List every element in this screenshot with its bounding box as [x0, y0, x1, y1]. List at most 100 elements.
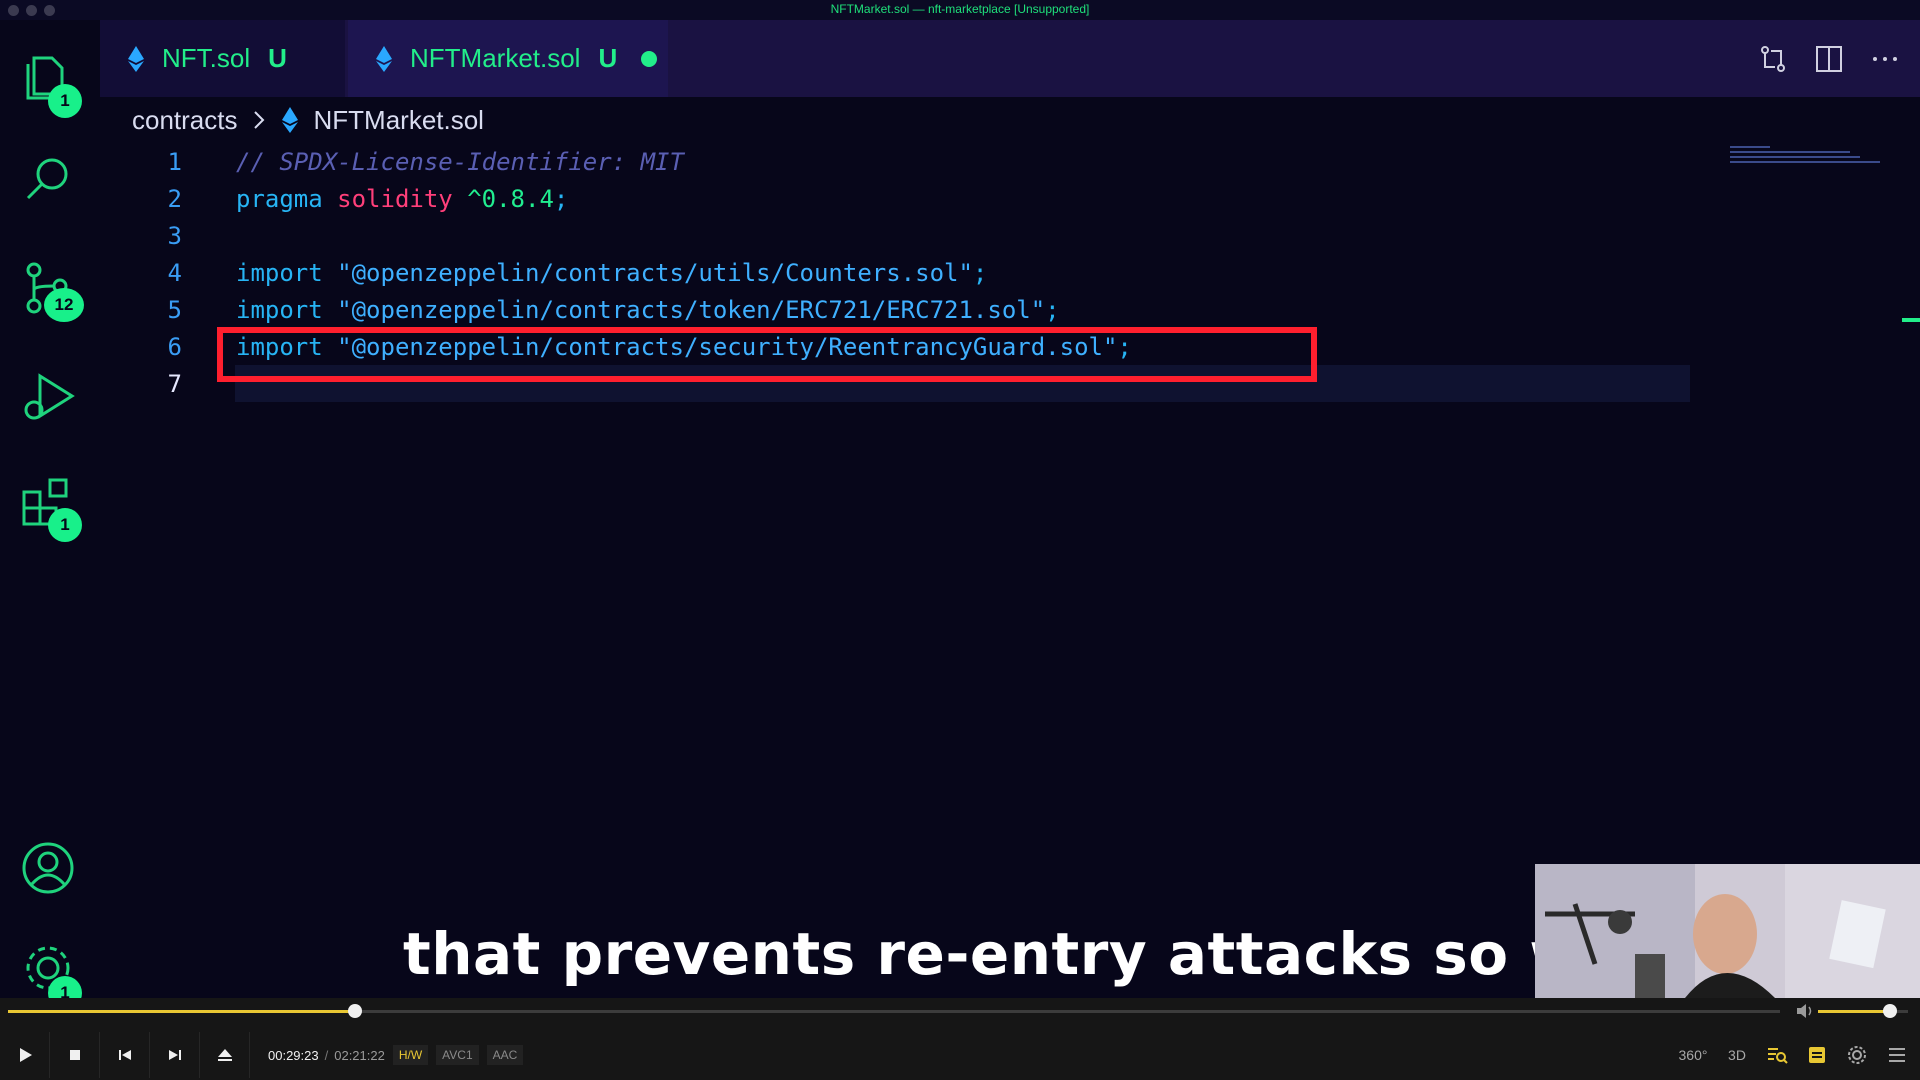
- line-number: 2: [167, 184, 182, 213]
- split-editor-icon[interactable]: [1814, 44, 1844, 74]
- code-line[interactable]: 2 pragma solidity ^0.8.4;: [100, 180, 569, 217]
- gear-icon: [1848, 1046, 1866, 1064]
- code-punctuation: ;: [972, 258, 988, 287]
- code-string: "@openzeppelin/contracts/utils/Counters.…: [337, 258, 973, 287]
- seek-bar-progress: [8, 1010, 356, 1013]
- ethereum-file-icon: [376, 45, 392, 72]
- hardware-decode-badge[interactable]: H/W: [392, 1045, 429, 1065]
- time-separator: /: [324, 1047, 329, 1063]
- total-time: 02:21:22: [334, 1047, 385, 1063]
- hamburger-menu-icon: [1889, 1048, 1905, 1062]
- manage-button[interactable]: 1: [20, 940, 82, 1010]
- code-punctuation: ;: [1045, 295, 1060, 324]
- chevron-right-icon: [253, 111, 264, 129]
- ethereum-file-icon: [128, 45, 144, 72]
- editor-actions: [1758, 44, 1900, 74]
- unsaved-dot-icon[interactable]: [641, 50, 658, 67]
- presenter-image: [1535, 864, 1920, 998]
- volume-icon[interactable]: [1795, 1002, 1815, 1020]
- code-string: "@openzeppelin/contracts/token/ERC721/ER…: [337, 295, 1046, 324]
- breadcrumb-folder[interactable]: contracts: [132, 105, 238, 136]
- play-icon: [19, 1048, 32, 1062]
- previous-button[interactable]: [100, 1032, 150, 1078]
- audio-codec-badge: AAC: [486, 1045, 524, 1065]
- run-debug-button[interactable]: [20, 368, 80, 428]
- preferences-button[interactable]: [1846, 1044, 1868, 1066]
- search-button[interactable]: [20, 152, 80, 212]
- window-title: NFTMarket.sol — nft-marketplace [Unsuppo…: [830, 2, 1090, 16]
- code-keyword: import: [236, 295, 323, 324]
- untracked-indicator: U: [598, 43, 618, 73]
- stop-icon: [69, 1050, 80, 1060]
- playlist-search-button[interactable]: [1766, 1044, 1788, 1066]
- eject-button[interactable]: [200, 1032, 250, 1078]
- source-control-button[interactable]: 12: [20, 260, 84, 322]
- volume-slider[interactable]: [1818, 1004, 1908, 1018]
- volume-handle[interactable]: [1883, 1004, 1897, 1018]
- accounts-button[interactable]: [20, 840, 80, 900]
- code-line[interactable]: 5 import "@openzeppelin/contracts/token/…: [100, 291, 1060, 328]
- line-number: 6: [167, 332, 182, 361]
- explorer-badge: 1: [48, 84, 82, 118]
- code-line[interactable]: 3: [100, 217, 182, 254]
- account-icon: [22, 842, 74, 894]
- volume-level: [1818, 1010, 1890, 1013]
- eject-icon: [217, 1049, 232, 1061]
- video-codec-badge: AVC1: [436, 1045, 479, 1065]
- annotation-highlight-box: [217, 327, 1317, 382]
- line-number: 4: [167, 258, 182, 287]
- code-line[interactable]: 6 import "@openzeppelin/contracts/securi…: [100, 328, 1132, 365]
- search-icon: [26, 158, 68, 200]
- editor-tab-bar: NFT.sol U NFTMarket.sol U: [100, 20, 1920, 97]
- line-number: 5: [167, 295, 182, 324]
- list-search-icon: [1768, 1048, 1788, 1064]
- code-comment: // SPDX-License-Identifier: MIT: [236, 147, 684, 176]
- run-debug-icon: [24, 373, 75, 420]
- explorer-button[interactable]: 1: [20, 48, 82, 118]
- player-right-controls: 360° 3D: [1678, 1032, 1908, 1078]
- code-line[interactable]: 1 // SPDX-License-Identifier: MIT: [100, 143, 684, 180]
- skip-back-icon: [118, 1050, 131, 1060]
- line-number: 7: [167, 369, 182, 398]
- untracked-indicator: U: [268, 43, 287, 73]
- breadcrumb-file[interactable]: NFTMarket.sol: [314, 105, 484, 136]
- minimap[interactable]: [1730, 143, 1900, 173]
- current-time: 00:29:23: [268, 1047, 319, 1063]
- extensions-badge: 1: [48, 508, 82, 542]
- media-player-bar: 00:29:23 / 02:21:22 H/W AVC1 AAC 360° 3D: [0, 998, 1920, 1080]
- presenter-webcam: [1535, 864, 1920, 998]
- window-title-bar: NFTMarket.sol — nft-marketplace [Unsuppo…: [0, 0, 1920, 20]
- tab-nft-sol[interactable]: NFT.sol U: [100, 20, 345, 97]
- code-line[interactable]: 4 import "@openzeppelin/contracts/utils/…: [100, 254, 988, 291]
- code-keyword: import: [236, 258, 323, 287]
- 3d-button[interactable]: 3D: [1726, 1044, 1748, 1066]
- code-line[interactable]: 7: [100, 365, 182, 402]
- skip-forward-icon: [168, 1050, 181, 1060]
- breadcrumb: contracts NFTMarket.sol: [100, 97, 1920, 143]
- next-button[interactable]: [150, 1032, 200, 1078]
- tab-label: NFT.sol: [162, 43, 251, 73]
- play-button[interactable]: [0, 1032, 50, 1078]
- playback-time: 00:29:23 / 02:21:22: [268, 1048, 385, 1063]
- code-identifier: solidity: [337, 184, 453, 213]
- activity-bar: 1 12 1 1: [0, 20, 100, 1010]
- line-number: 1: [167, 147, 182, 176]
- scrollbar-marker: [1902, 318, 1920, 322]
- seek-bar[interactable]: [8, 1004, 1780, 1018]
- tab-nftmarket-sol[interactable]: NFTMarket.sol U: [348, 20, 668, 97]
- code-version: ^0.8.4: [467, 184, 554, 213]
- ethereum-file-icon: [281, 107, 298, 133]
- seek-bar-handle[interactable]: [348, 1004, 363, 1018]
- more-actions-icon[interactable]: [1870, 44, 1900, 74]
- subtitles-button[interactable]: [1806, 1044, 1828, 1066]
- vr-360-button[interactable]: 360°: [1678, 1044, 1708, 1066]
- menu-button[interactable]: [1886, 1044, 1908, 1066]
- compare-changes-icon[interactable]: [1758, 44, 1788, 74]
- source-control-badge: 12: [44, 288, 84, 322]
- code-keyword: pragma: [236, 184, 323, 213]
- stop-button[interactable]: [50, 1032, 100, 1078]
- code-punctuation: ;: [553, 184, 569, 213]
- tab-label: NFTMarket.sol: [410, 43, 581, 73]
- extensions-button[interactable]: 1: [20, 476, 82, 542]
- subtitles-icon: [1809, 1047, 1825, 1063]
